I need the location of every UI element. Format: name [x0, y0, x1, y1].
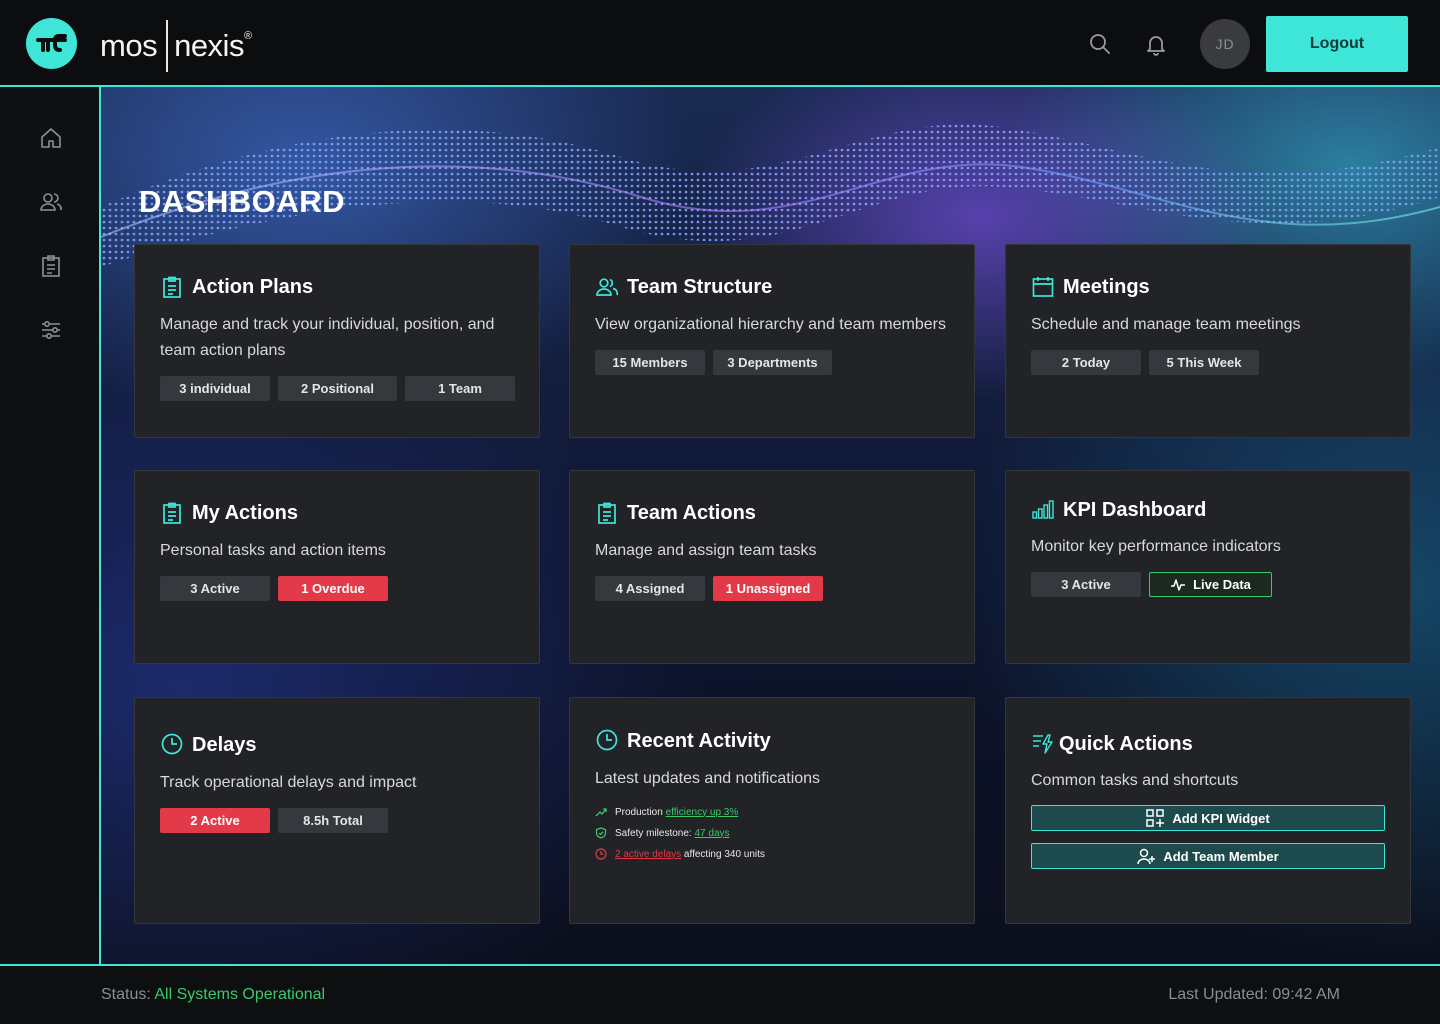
user-add-icon — [1137, 848, 1156, 865]
clock-alert-icon — [595, 848, 607, 860]
main-content: DASHBOARD Action Plans Manage and track … — [101, 87, 1440, 964]
activity-icon — [1171, 578, 1186, 591]
sidebar — [0, 87, 101, 964]
card-title: Team Actions — [627, 502, 756, 524]
activity-item: Production efficiency up 3% — [595, 806, 738, 818]
card-title: Quick Actions — [1059, 733, 1193, 755]
card-my-actions[interactable]: My Actions Personal tasks and action ite… — [134, 470, 540, 664]
badge-overdue[interactable]: 1 Overdue — [278, 576, 388, 601]
card-title: My Actions — [192, 502, 298, 524]
registered-mark: ® — [243, 30, 252, 42]
badge-team[interactable]: 1 Team — [405, 376, 515, 401]
page-title: DASHBOARD — [139, 184, 345, 219]
search-icon[interactable] — [1088, 32, 1112, 56]
card-meetings[interactable]: Meetings Schedule and manage team meetin… — [1005, 244, 1411, 438]
activity-link[interactable]: 47 days — [694, 828, 729, 839]
badge-live-data[interactable]: Live Data — [1149, 572, 1272, 597]
card-recent-activity[interactable]: Recent Activity Latest updates and notif… — [569, 697, 975, 924]
card-title: Meetings — [1063, 276, 1150, 298]
card-description: View organizational hierarchy and team m… — [595, 316, 946, 333]
clock-icon — [161, 733, 183, 755]
activity-text: Safety milestone: — [615, 827, 695, 839]
card-team-actions[interactable]: Team Actions Manage and assign team task… — [569, 470, 975, 664]
activity-item: 2 active delays affecting 340 units — [595, 848, 765, 860]
activity-item: Safety milestone: 47 days — [595, 827, 730, 839]
shield-check-icon — [595, 827, 607, 839]
bar-chart-icon — [1032, 499, 1054, 521]
card-title: Team Structure — [627, 276, 773, 298]
home-icon[interactable] — [39, 126, 63, 150]
activity-link[interactable]: efficiency up 3% — [666, 807, 739, 818]
status-value: All Systems Operational — [154, 986, 326, 1003]
badge-unassigned[interactable]: 1 Unassigned — [713, 576, 823, 601]
badge-today[interactable]: 2 Today — [1031, 350, 1141, 375]
card-description: Common tasks and shortcuts — [1031, 772, 1239, 789]
logo-divider — [166, 20, 169, 72]
system-status: Status: All Systems Operational — [101, 986, 325, 1004]
last-updated: Last Updated: 09:42 AM — [1168, 986, 1340, 1003]
card-description: Personal tasks and action items — [160, 542, 386, 559]
brand-name-right: nexis — [174, 28, 244, 63]
status-footer: Status: All Systems Operational Last Upd… — [0, 964, 1440, 1024]
avatar[interactable]: JD — [1200, 19, 1250, 69]
clipboard-icon — [161, 502, 183, 524]
trend-up-icon — [595, 808, 607, 817]
add-team-member-button[interactable]: Add Team Member — [1031, 843, 1385, 869]
clock-icon — [596, 729, 618, 751]
add-kpi-widget-button[interactable]: Add KPI Widget — [1031, 805, 1385, 831]
logout-button[interactable]: Logout — [1266, 16, 1408, 72]
badge-active[interactable]: 3 Active — [160, 576, 270, 601]
card-description: Manage and assign team tasks — [595, 542, 817, 559]
card-quick-actions[interactable]: Quick Actions Common tasks and shortcuts… — [1005, 697, 1411, 924]
card-action-plans[interactable]: Action Plans Manage and track your indiv… — [134, 244, 540, 438]
badge-departments[interactable]: 3 Departments — [713, 350, 832, 375]
card-title: Action Plans — [192, 276, 314, 298]
card-team-structure[interactable]: Team Structure View organizational hiera… — [569, 244, 975, 438]
activity-link[interactable]: 2 active delays — [615, 849, 681, 860]
logo-mark-icon — [26, 18, 77, 69]
card-kpi-dashboard[interactable]: KPI Dashboard Monitor key performance in… — [1005, 470, 1411, 664]
calendar-icon — [1032, 276, 1054, 298]
brand-logo[interactable]: mos nexis ® — [100, 20, 252, 72]
brand-name-left: mos — [100, 28, 158, 63]
activity-text: affecting 340 units — [681, 848, 765, 860]
activity-text: Production — [615, 806, 666, 818]
badge-active-delays[interactable]: 2 Active — [160, 808, 270, 833]
clipboard-icon — [161, 276, 183, 298]
button-label: Add KPI Widget — [1172, 810, 1270, 826]
widget-add-icon — [1146, 809, 1165, 827]
card-description: Latest updates and notifications — [595, 770, 821, 787]
badge-this-week[interactable]: 5 This Week — [1149, 350, 1259, 375]
card-description: Monitor key performance indicators — [1031, 538, 1281, 555]
card-title: Recent Activity — [627, 730, 771, 752]
sliders-icon[interactable] — [39, 318, 63, 342]
status-label: Status: — [101, 986, 151, 1003]
badge-assigned[interactable]: 4 Assigned — [595, 576, 705, 601]
badge-members[interactable]: 15 Members — [595, 350, 705, 375]
card-title: KPI Dashboard — [1063, 499, 1207, 521]
users-icon — [596, 276, 619, 298]
card-description: Manage and track your individual, positi… — [160, 316, 495, 359]
button-label: Add Team Member — [1163, 848, 1279, 864]
badge-label: Live Data — [1193, 577, 1251, 592]
lightning-list-icon — [1032, 733, 1054, 755]
users-icon[interactable] — [39, 190, 63, 214]
clipboard-icon — [596, 502, 618, 524]
clipboard-icon[interactable] — [39, 254, 63, 278]
card-title: Delays — [192, 734, 257, 756]
card-delays[interactable]: Delays Track operational delays and impa… — [134, 697, 540, 924]
badge-active[interactable]: 3 Active — [1031, 572, 1141, 597]
bell-icon[interactable] — [1144, 32, 1168, 56]
badge-positional[interactable]: 2 Positional — [278, 376, 397, 401]
badge-total-hours[interactable]: 8.5h Total — [278, 808, 388, 833]
top-header: mos nexis ® JD Logout — [0, 0, 1440, 87]
card-description: Schedule and manage team meetings — [1031, 316, 1301, 333]
badge-individual[interactable]: 3 individual — [160, 376, 270, 401]
card-description: Track operational delays and impact — [160, 774, 417, 791]
